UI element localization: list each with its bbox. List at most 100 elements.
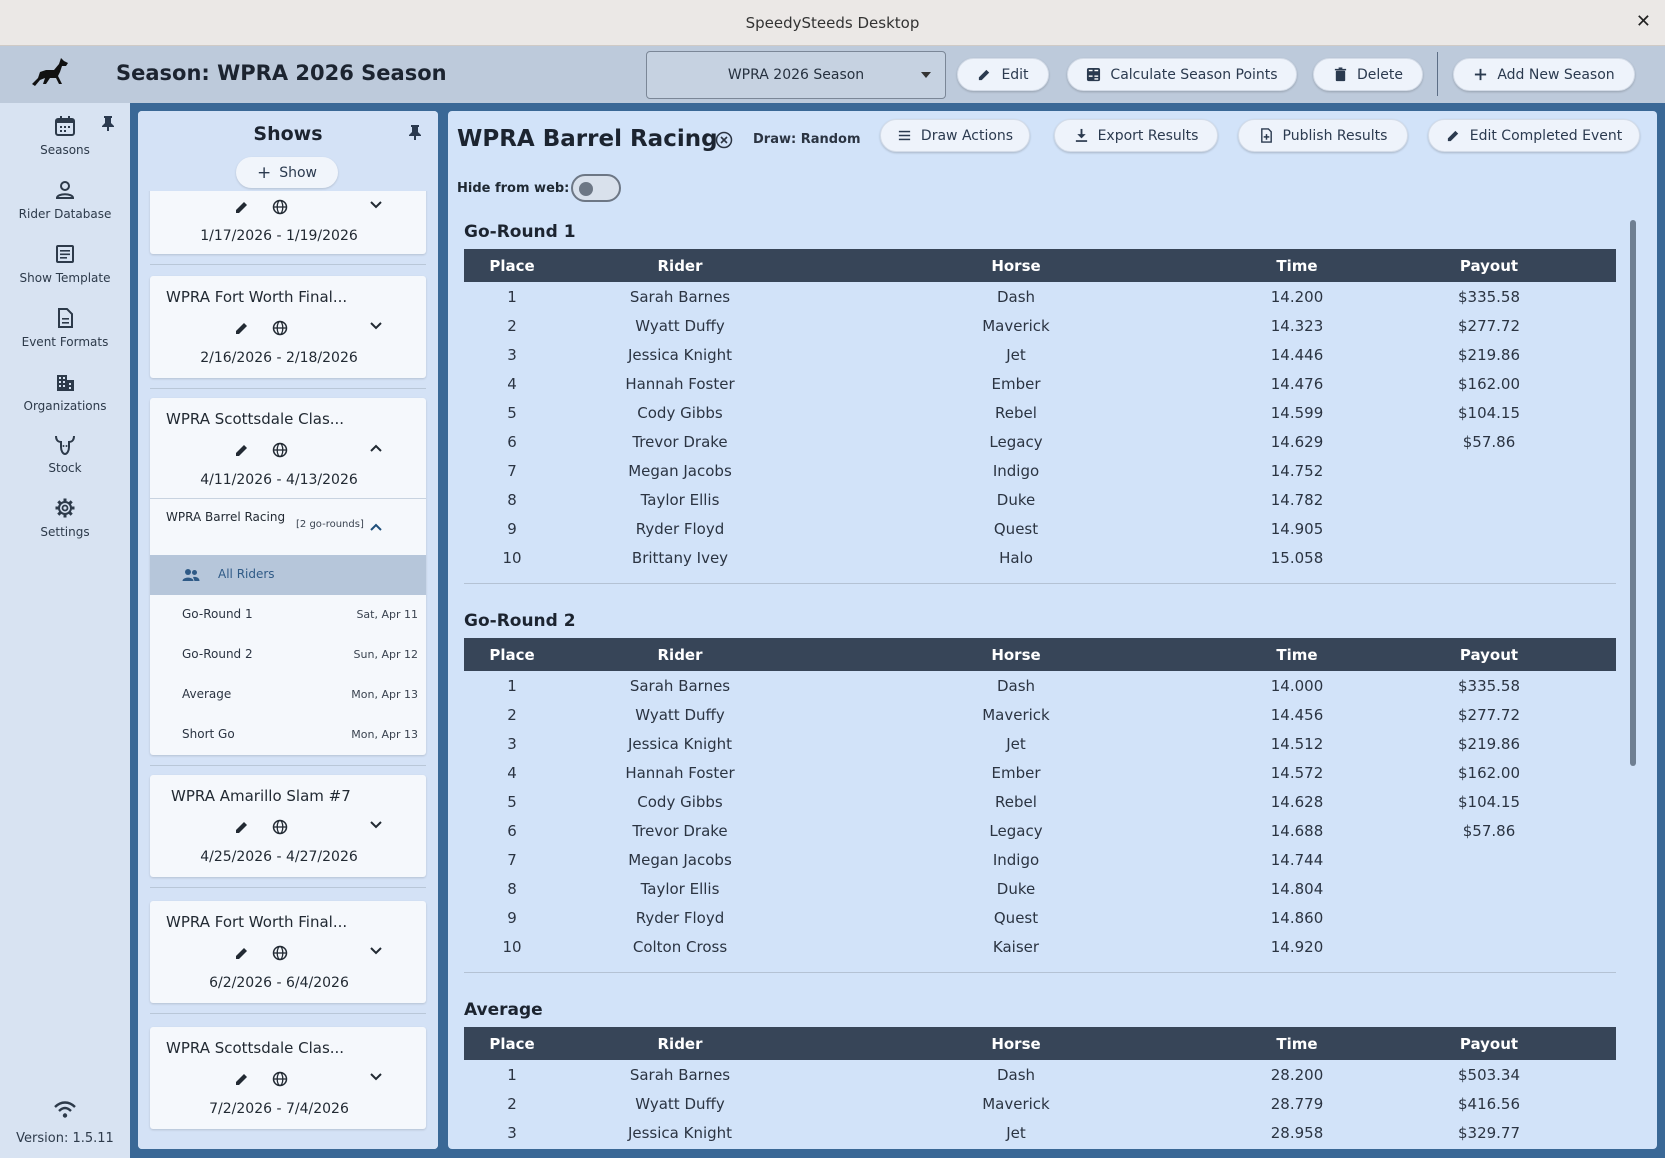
column-header-time[interactable]: Time [1232,638,1362,671]
publish-results-button[interactable]: Publish Results [1238,119,1408,152]
cell-horse: Dash [996,287,1036,306]
globe-icon[interactable] [272,1071,288,1087]
table-row[interactable]: 1 Sarah Barnes Dash 14.200 $335.58 [464,282,1616,311]
add-show-button[interactable]: + Show [236,157,338,188]
event-item-all-riders[interactable]: All Riders [150,555,426,595]
event-header[interactable]: WPRA Barrel Racing [2 go-rounds] [150,498,426,555]
event-item-short-go[interactable]: Short Go Mon, Apr 13 [150,715,426,755]
chevron-down-icon[interactable] [368,318,384,334]
globe-icon[interactable] [272,945,288,961]
show-card-expanded[interactable]: WPRA Scottsdale Clas... 4/11/2026 - 4/13… [150,398,426,755]
table-row[interactable]: 10 Brittany Ivey Halo 15.058 [464,543,1616,572]
table-body: 1 Sarah Barnes Dash 14.200 $335.58 2 Wyatt Duf… [464,282,1616,572]
nav-item-seasons[interactable]: Seasons [0,115,130,157]
table-row[interactable]: 4 Hannah Foster Ember 14.572 $162.00 [464,758,1616,787]
event-item-label: Average [182,687,232,701]
globe-icon[interactable] [272,442,288,458]
nav-item-rider-database[interactable]: Rider Database [0,179,130,221]
edit-completed-event-button[interactable]: Edit Completed Event [1428,119,1640,152]
column-header-payout[interactable]: Payout [1362,1027,1616,1060]
globe-icon[interactable] [272,819,288,835]
show-card[interactable]: WPRA Scottsdale Clas... 7/2/2026 - 7/4/2… [150,1027,426,1129]
table-row[interactable]: 6 Trevor Drake Legacy 14.629 $57.86 [464,427,1616,456]
table-row[interactable]: 2 Wyatt Duffy Maverick 14.456 $277.72 [464,700,1616,729]
table-row[interactable]: 8 Taylor Ellis Duke 14.782 [464,485,1616,514]
column-header-horse[interactable]: Horse [800,249,1232,282]
chevron-down-icon[interactable] [368,943,384,959]
column-header-payout[interactable]: Payout [1362,638,1616,671]
column-header-time[interactable]: Time [1232,1027,1362,1060]
column-header-rider[interactable]: Rider [560,638,800,671]
pencil-icon[interactable] [234,819,250,835]
nav-item-stock[interactable]: Stock [0,433,130,475]
column-header-horse[interactable]: Horse [800,1027,1232,1060]
edit-season-button[interactable]: Edit [957,58,1049,91]
column-header-horse[interactable]: Horse [800,638,1232,671]
close-circle-icon[interactable] [715,131,733,149]
cell-place: 2 [507,1094,517,1113]
delete-season-button[interactable]: Delete [1313,58,1423,91]
delete-season-label: Delete [1357,66,1403,83]
nav-item-event-formats[interactable]: Event Formats [0,307,130,349]
column-header-place[interactable]: Place [464,249,560,282]
globe-icon[interactable] [272,320,288,336]
show-card[interactable]: WPRA Fort Worth Final... 6/2/2026 - 6/4/… [150,901,426,1003]
pin-icon[interactable] [406,123,424,141]
table-row[interactable]: 5 Cody Gibbs Rebel 14.599 $104.15 [464,398,1616,427]
column-header-place[interactable]: Place [464,638,560,671]
add-new-season-button[interactable]: Add New Season [1453,58,1635,91]
table-row[interactable]: 1 Sarah Barnes Dash 28.200 $503.34 [464,1060,1616,1089]
nav-item-settings[interactable]: Settings [0,497,130,539]
table-row[interactable]: 7 Megan Jacobs Indigo 14.744 [464,845,1616,874]
chevron-down-icon[interactable] [368,1069,384,1085]
chevron-up-icon[interactable] [368,440,384,456]
window-close-icon[interactable]: ✕ [1636,11,1651,32]
show-card[interactable]: WPRA Amarillo Slam #7 4/25/2026 - 4/27/2… [150,775,426,877]
table-row[interactable]: 3 Jessica Knight Jet 14.446 $219.86 [464,340,1616,369]
event-item-average[interactable]: Average Mon, Apr 13 [150,675,426,715]
show-card[interactable]: WPRA Fort Worth Final... 2/16/2026 - 2/1… [150,276,426,378]
chevron-down-icon[interactable] [368,197,384,213]
pencil-icon[interactable] [234,320,250,336]
cell-time: 14.599 [1270,403,1324,422]
table-row[interactable]: 8 Taylor Ellis Duke 14.804 [464,874,1616,903]
hide-from-web-toggle[interactable] [571,174,621,202]
table-row[interactable]: 6 Trevor Drake Legacy 14.688 $57.86 [464,816,1616,845]
table-row[interactable]: 3 Jessica Knight Jet 28.958 $329.77 [464,1118,1616,1147]
event-item-go-round-1[interactable]: Go-Round 1 Sat, Apr 11 [150,595,426,635]
table-row[interactable]: 3 Jessica Knight Jet 14.512 $219.86 [464,729,1616,758]
chevron-down-icon[interactable] [368,817,384,833]
season-select[interactable]: WPRA 2026 Season [646,51,946,99]
chevron-up-icon[interactable] [368,519,384,535]
column-header-rider[interactable]: Rider [560,249,800,282]
pencil-icon[interactable] [234,945,250,961]
horse-logo-icon [32,58,68,86]
column-header-time[interactable]: Time [1232,249,1362,282]
table-row[interactable]: 5 Cody Gibbs Rebel 14.628 $104.15 [464,787,1616,816]
table-row[interactable]: 10 Colton Cross Kaiser 14.920 [464,932,1616,961]
results-scrollbar[interactable] [1630,220,1636,766]
table-row[interactable]: 9 Ryder Floyd Quest 14.860 [464,903,1616,932]
nav-item-show-template[interactable]: Show Template [0,243,130,285]
nav-item-organizations[interactable]: Organizations [0,371,130,413]
pencil-icon[interactable] [234,199,250,215]
pencil-icon[interactable] [234,442,250,458]
pencil-icon[interactable] [234,1071,250,1087]
calculate-season-points-button[interactable]: Calculate Season Points [1067,58,1297,91]
section-divider [464,972,1616,973]
export-results-button[interactable]: Export Results [1054,119,1218,152]
table-row[interactable]: 9 Ryder Floyd Quest 14.905 [464,514,1616,543]
table-row[interactable]: 2 Wyatt Duffy Maverick 28.779 $416.56 [464,1089,1616,1118]
column-header-place[interactable]: Place [464,1027,560,1060]
table-row[interactable]: 7 Megan Jacobs Indigo 14.752 [464,456,1616,485]
globe-icon[interactable] [272,199,288,215]
draw-actions-button[interactable]: Draw Actions [880,119,1030,152]
table-row[interactable]: 1 Sarah Barnes Dash 14.000 $335.58 [464,671,1616,700]
table-row[interactable]: 2 Wyatt Duffy Maverick 14.323 $277.72 [464,311,1616,340]
cell-horse: Ember [991,763,1041,782]
column-header-payout[interactable]: Payout [1362,249,1616,282]
event-item-go-round-2[interactable]: Go-Round 2 Sun, Apr 12 [150,635,426,675]
table-row[interactable]: 4 Hannah Foster Ember 14.476 $162.00 [464,369,1616,398]
column-header-rider[interactable]: Rider [560,1027,800,1060]
show-card[interactable]: 1/17/2026 - 1/19/2026 [150,191,426,254]
